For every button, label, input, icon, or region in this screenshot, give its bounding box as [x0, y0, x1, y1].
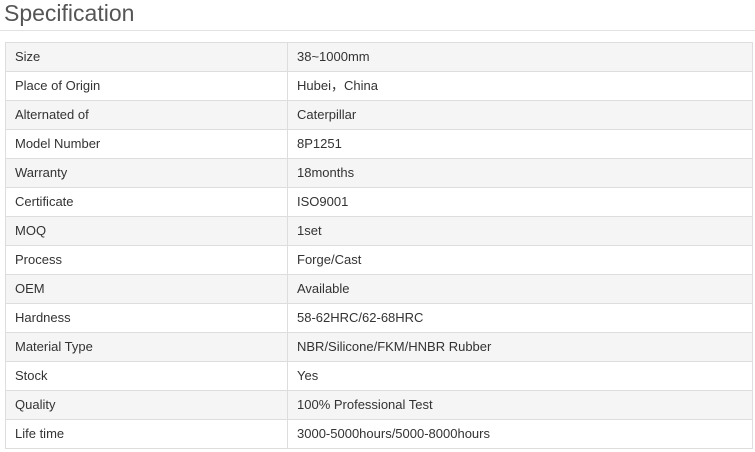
spec-value-place-of-origin: Hubei，China [287, 71, 753, 101]
spec-value-model-number: 8P1251 [287, 129, 753, 159]
spec-label-place-of-origin: Place of Origin [5, 71, 288, 101]
spec-value-life-time: 3000-5000hours/5000-8000hours [287, 419, 753, 449]
title-divider [0, 30, 755, 31]
spec-value-alternated-of: Caterpillar [287, 100, 753, 130]
spec-label-stock: Stock [5, 361, 288, 391]
table-row: Material Type NBR/Silicone/FKM/HNBR Rubb… [5, 332, 753, 362]
spec-value-size: 38~1000mm [287, 42, 753, 72]
spec-label-quality: Quality [5, 390, 288, 420]
page-title: Specification [4, 0, 135, 26]
table-row: Warranty 18months [5, 158, 753, 188]
spec-label-size: Size [5, 42, 288, 72]
table-row: Size 38~1000mm [5, 42, 753, 72]
spec-value-process: Forge/Cast [287, 245, 753, 275]
spec-label-hardness: Hardness [5, 303, 288, 333]
table-row: Hardness 58-62HRC/62-68HRC [5, 303, 753, 333]
spec-value-hardness: 58-62HRC/62-68HRC [287, 303, 753, 333]
table-row: Life time 3000-5000hours/5000-8000hours [5, 419, 753, 449]
spec-value-quality: 100% Professional Test [287, 390, 753, 420]
spec-label-warranty: Warranty [5, 158, 288, 188]
spec-value-warranty: 18months [287, 158, 753, 188]
spec-label-material-type: Material Type [5, 332, 288, 362]
table-row: MOQ 1set [5, 216, 753, 246]
specification-table: Size 38~1000mm Place of Origin Hubei，Chi… [5, 42, 753, 449]
table-row: Process Forge/Cast [5, 245, 753, 275]
table-row: Quality 100% Professional Test [5, 390, 753, 420]
spec-label-certificate: Certificate [5, 187, 288, 217]
spec-label-process: Process [5, 245, 288, 275]
table-row: Model Number 8P1251 [5, 129, 753, 159]
spec-value-moq: 1set [287, 216, 753, 246]
table-row: Stock Yes [5, 361, 753, 391]
spec-value-certificate: ISO9001 [287, 187, 753, 217]
spec-value-material-type: NBR/Silicone/FKM/HNBR Rubber [287, 332, 753, 362]
table-row: Certificate ISO9001 [5, 187, 753, 217]
table-row: Alternated of Caterpillar [5, 100, 753, 130]
spec-label-moq: MOQ [5, 216, 288, 246]
spec-label-model-number: Model Number [5, 129, 288, 159]
table-row: Place of Origin Hubei，China [5, 71, 753, 101]
spec-label-life-time: Life time [5, 419, 288, 449]
spec-label-alternated-of: Alternated of [5, 100, 288, 130]
table-row: OEM Available [5, 274, 753, 304]
spec-value-oem: Available [287, 274, 753, 304]
spec-value-stock: Yes [287, 361, 753, 391]
spec-label-oem: OEM [5, 274, 288, 304]
